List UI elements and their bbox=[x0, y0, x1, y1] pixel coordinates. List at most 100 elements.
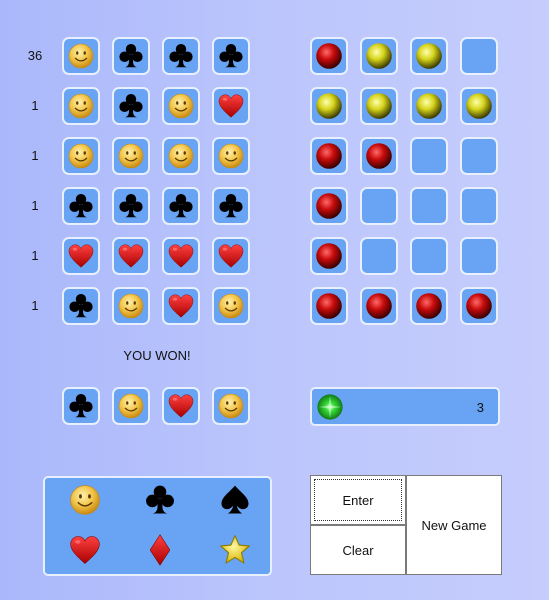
heart-icon bbox=[218, 94, 244, 118]
club-icon bbox=[146, 485, 174, 514]
guess-slot bbox=[62, 287, 100, 325]
new-game-button[interactable]: New Game bbox=[406, 475, 502, 575]
club-icon bbox=[69, 394, 93, 418]
red-peg-icon bbox=[316, 43, 342, 69]
feedback-slot bbox=[410, 87, 448, 125]
smiley-icon bbox=[168, 93, 194, 119]
guess-slot bbox=[62, 137, 100, 175]
guess-slot bbox=[62, 87, 100, 125]
feedback-slot bbox=[360, 237, 398, 275]
guess-slot bbox=[212, 87, 250, 125]
clear-button[interactable]: Clear bbox=[310, 525, 406, 575]
green-light-icon bbox=[317, 394, 343, 420]
heart-icon bbox=[218, 244, 244, 268]
red-peg-icon bbox=[316, 243, 342, 269]
yellow-peg-icon bbox=[416, 43, 442, 69]
red-peg-icon bbox=[416, 293, 442, 319]
feedback-slot bbox=[410, 187, 448, 225]
solution-slot bbox=[212, 387, 250, 425]
club-icon bbox=[119, 94, 143, 118]
guess-slot bbox=[162, 137, 200, 175]
feedback-slot bbox=[360, 187, 398, 225]
heart-icon bbox=[68, 244, 94, 268]
heart-icon bbox=[168, 394, 194, 418]
smiley-icon bbox=[118, 143, 144, 169]
club-icon bbox=[119, 44, 143, 68]
guess-slot bbox=[112, 287, 150, 325]
feedback-slot bbox=[460, 87, 498, 125]
guess-slot bbox=[112, 237, 150, 275]
club-icon bbox=[69, 294, 93, 318]
status-bar: 3 bbox=[310, 387, 500, 426]
yellow-peg-icon bbox=[416, 93, 442, 119]
club-icon bbox=[119, 194, 143, 218]
row-count: 1 bbox=[31, 248, 39, 263]
feedback-slot bbox=[310, 87, 348, 125]
feedback-slot bbox=[460, 237, 498, 275]
feedback-slot bbox=[410, 137, 448, 175]
smiley-icon bbox=[218, 393, 244, 419]
guess-slot bbox=[112, 137, 150, 175]
smiley-icon bbox=[218, 293, 244, 319]
row-count: 1 bbox=[31, 198, 39, 213]
guess-slot bbox=[162, 187, 200, 225]
club-icon bbox=[219, 194, 243, 218]
feedback-slot bbox=[410, 287, 448, 325]
red-peg-icon bbox=[316, 293, 342, 319]
guess-slot bbox=[212, 287, 250, 325]
row-count: 1 bbox=[31, 298, 39, 313]
guess-slot bbox=[212, 37, 250, 75]
club-icon bbox=[69, 194, 93, 218]
feedback-slot bbox=[360, 87, 398, 125]
palette-diamond[interactable] bbox=[140, 530, 180, 570]
palette-club[interactable] bbox=[140, 480, 180, 520]
smiley-icon bbox=[118, 293, 144, 319]
guess-slot bbox=[162, 87, 200, 125]
enter-button[interactable]: Enter bbox=[310, 475, 406, 525]
guess-slot bbox=[212, 137, 250, 175]
heart-icon bbox=[168, 294, 194, 318]
heart-icon bbox=[70, 536, 100, 564]
star-icon bbox=[220, 535, 250, 564]
guess-slot bbox=[162, 237, 200, 275]
feedback-slot bbox=[310, 37, 348, 75]
yellow-peg-icon bbox=[366, 93, 392, 119]
yellow-peg-icon bbox=[366, 43, 392, 69]
result-message: YOU WON! bbox=[123, 348, 191, 363]
row-count: 1 bbox=[31, 98, 39, 113]
feedback-slot bbox=[460, 187, 498, 225]
palette-spade[interactable] bbox=[215, 480, 255, 520]
guess-slot bbox=[112, 37, 150, 75]
yellow-peg-icon bbox=[316, 93, 342, 119]
feedback-slot bbox=[310, 287, 348, 325]
palette-heart[interactable] bbox=[65, 530, 105, 570]
solution-slot bbox=[62, 387, 100, 425]
feedback-slot bbox=[310, 237, 348, 275]
guess-slot bbox=[212, 187, 250, 225]
feedback-slot bbox=[460, 37, 498, 75]
guess-slot bbox=[62, 37, 100, 75]
smiley-icon bbox=[168, 143, 194, 169]
red-peg-icon bbox=[366, 293, 392, 319]
palette-star[interactable] bbox=[215, 530, 255, 570]
feedback-slot bbox=[460, 137, 498, 175]
red-peg-icon bbox=[316, 143, 342, 169]
feedback-slot bbox=[360, 137, 398, 175]
feedback-slot bbox=[360, 37, 398, 75]
heart-icon bbox=[168, 244, 194, 268]
red-peg-icon bbox=[366, 143, 392, 169]
palette-smiley[interactable] bbox=[65, 480, 105, 520]
diamond-icon bbox=[149, 534, 171, 566]
symbol-palette bbox=[43, 476, 272, 576]
guess-slot bbox=[112, 187, 150, 225]
yellow-peg-icon bbox=[466, 93, 492, 119]
guess-slot bbox=[62, 237, 100, 275]
solution-slot bbox=[112, 387, 150, 425]
smiley-icon bbox=[218, 143, 244, 169]
guess-slot bbox=[112, 87, 150, 125]
feedback-slot bbox=[410, 237, 448, 275]
guess-slot bbox=[162, 37, 200, 75]
club-icon bbox=[219, 44, 243, 68]
feedback-slot bbox=[310, 187, 348, 225]
spade-icon bbox=[221, 485, 249, 514]
